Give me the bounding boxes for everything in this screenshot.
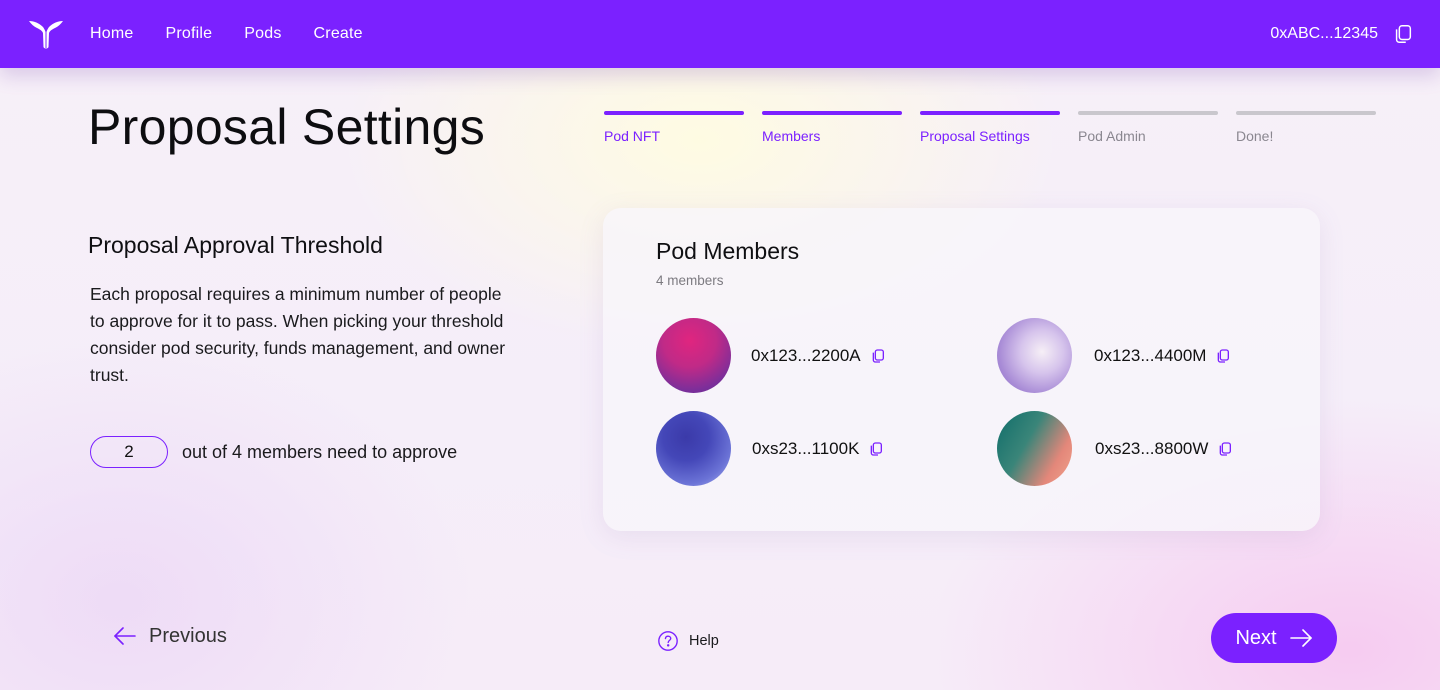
page-title: Proposal Settings: [88, 99, 485, 155]
member-count: 4 members: [656, 273, 724, 288]
step-pod-nft[interactable]: Pod NFT: [604, 111, 744, 144]
step-pod-admin[interactable]: Pod Admin: [1078, 111, 1218, 144]
member-address: 0xs23...8800W: [1095, 438, 1209, 458]
member-address: 0x123...2200A: [751, 345, 861, 365]
avatar: [656, 318, 731, 393]
threshold-title: Proposal Approval Threshold: [88, 232, 383, 258]
arrow-right-icon: [1289, 629, 1312, 647]
progress-stepper: Pod NFT Members Proposal Settings Pod Ad…: [604, 111, 1376, 144]
pod-members-card: Pod Members 4 members 0x123...2200A 0x12…: [603, 208, 1320, 531]
step-label: Proposal Settings: [920, 128, 1030, 144]
threshold-description: Each proposal requires a minimum number …: [90, 284, 506, 385]
step-done[interactable]: Done!: [1236, 111, 1376, 144]
wallet-address: 0xABC...12345: [1270, 0, 1414, 68]
avatar: [997, 318, 1072, 393]
copy-icon[interactable]: [1217, 441, 1233, 457]
nav-create[interactable]: Create: [314, 25, 363, 43]
step-bar: [604, 111, 744, 115]
wallet-address-text: 0xABC...12345: [1270, 25, 1378, 42]
threshold-row: out of 4 members need to approve: [90, 436, 457, 468]
copy-icon[interactable]: [868, 441, 884, 457]
nav-pods[interactable]: Pods: [244, 25, 281, 43]
card-title: Pod Members: [656, 238, 800, 264]
copy-icon[interactable]: [1215, 348, 1231, 364]
threshold-input[interactable]: [90, 436, 168, 468]
step-label: Done!: [1236, 128, 1274, 144]
member-item: 0xs23...8800W: [997, 411, 1233, 486]
member-address: 0xs23...1100K: [752, 438, 860, 458]
copy-icon[interactable]: [870, 348, 886, 364]
member-address: 0x123...4400M: [1094, 345, 1207, 365]
previous-button[interactable]: Previous: [113, 624, 227, 648]
step-bar: [1078, 111, 1218, 115]
help-link[interactable]: Help: [657, 630, 719, 652]
member-item: 0x123...2200A: [656, 318, 886, 393]
main-nav: Home Profile Pods Create: [90, 0, 395, 68]
next-label: Next: [1235, 626, 1277, 649]
nav-profile[interactable]: Profile: [165, 25, 212, 43]
copy-icon[interactable]: [1392, 23, 1414, 45]
step-proposal-settings[interactable]: Proposal Settings: [920, 111, 1060, 144]
whale-tail-icon[interactable]: [28, 18, 64, 50]
step-bar: [1236, 111, 1376, 115]
step-label: Pod Admin: [1078, 128, 1146, 144]
member-item: 0x123...4400M: [997, 318, 1231, 393]
help-circle-icon: [658, 631, 678, 651]
step-bar: [762, 111, 902, 115]
arrow-left-icon: [114, 627, 136, 645]
step-members[interactable]: Members: [762, 111, 902, 144]
threshold-suffix: out of 4 members need to approve: [182, 441, 458, 462]
nav-home[interactable]: Home: [90, 25, 133, 43]
help-label: Help: [689, 633, 719, 649]
avatar: [997, 411, 1072, 486]
previous-label: Previous: [149, 624, 227, 647]
member-item: 0xs23...1100K: [656, 411, 884, 486]
step-label: Members: [762, 128, 821, 144]
avatar: [656, 411, 731, 486]
step-label: Pod NFT: [604, 128, 661, 144]
step-bar: [920, 111, 1060, 115]
top-navbar: Home Profile Pods Create 0xABC...12345: [0, 0, 1440, 68]
next-button[interactable]: Next: [1211, 613, 1337, 663]
